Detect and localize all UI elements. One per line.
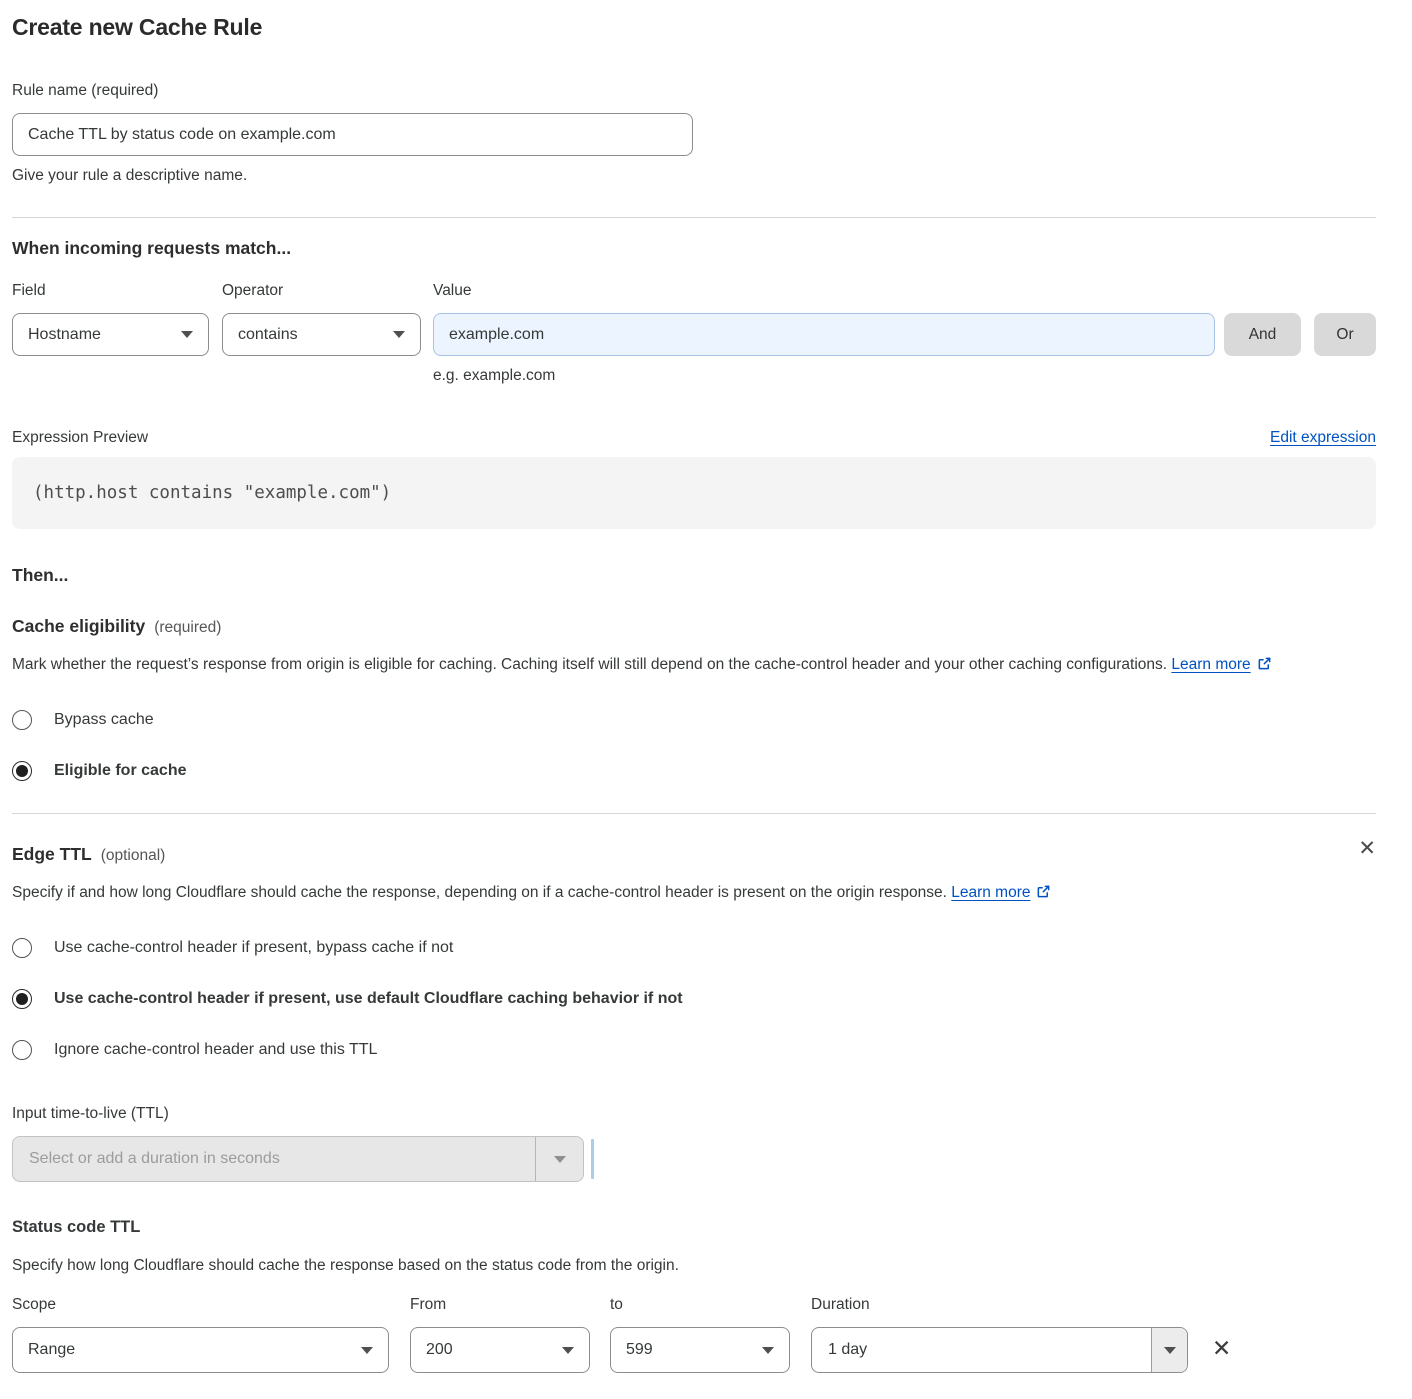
status-code-ttl-heading: Status code TTL [12, 1218, 1376, 1237]
page-title: Create new Cache Rule [12, 14, 1376, 41]
duration-label: Duration [811, 1293, 1188, 1317]
chevron-down-icon [562, 1347, 574, 1354]
duration-select[interactable]: 1 day [811, 1327, 1188, 1373]
status-code-ttl-description: Specify how long Cloudflare should cache… [12, 1254, 1376, 1278]
external-link-icon [1036, 881, 1051, 909]
field-select[interactable]: Hostname [12, 313, 209, 356]
rule-name-label: Rule name (required) [12, 79, 1376, 103]
value-label: Value [433, 279, 1215, 303]
operator-label: Operator [222, 279, 421, 303]
edge-ttl-learn-more-link[interactable]: Learn more [951, 884, 1030, 901]
ttl-input-label: Input time-to-live (TTL) [12, 1102, 1376, 1126]
radio-icon[interactable] [12, 938, 32, 958]
field-select-value: Hostname [28, 326, 101, 344]
cache-eligibility-qualifier: (required) [154, 619, 221, 637]
expression-preview-code: (http.host contains "example.com") [12, 457, 1376, 529]
scope-label: Scope [12, 1293, 389, 1317]
duration-select-value: 1 day [812, 1341, 883, 1359]
edge-ttl-qualifier: (optional) [101, 847, 166, 865]
cache-eligibility-description: Mark whether the request’s response from… [12, 651, 1360, 681]
cache-eligibility-learn-more-link[interactable]: Learn more [1171, 656, 1250, 673]
cache-eligibility-description-text: Mark whether the request’s response from… [12, 656, 1167, 673]
radio-option-cc-bypass[interactable]: Use cache-control header if present, byp… [12, 936, 1376, 960]
chevron-down-icon [181, 331, 193, 338]
to-label: to [610, 1293, 790, 1317]
expression-preview-label: Expression Preview [12, 429, 148, 447]
focus-indicator [591, 1139, 594, 1179]
chevron-down-icon [762, 1347, 774, 1354]
edit-expression-link[interactable]: Edit expression [1270, 429, 1376, 447]
close-icon[interactable]: ✕ [1358, 838, 1376, 859]
radio-icon[interactable] [12, 1040, 32, 1060]
external-link-icon [1257, 653, 1272, 681]
cache-eligibility-heading: Cache eligibility [12, 616, 145, 637]
rule-name-help: Give your rule a descriptive name. [12, 165, 1376, 187]
radio-option-cc-default[interactable]: Use cache-control header if present, use… [12, 987, 1376, 1011]
scope-select[interactable]: Range [12, 1327, 389, 1373]
to-select[interactable]: 599 [610, 1327, 790, 1373]
from-select-value: 200 [426, 1341, 453, 1359]
remove-row-icon[interactable]: ✕ [1212, 1337, 1231, 1360]
chevron-down-icon[interactable] [1151, 1328, 1187, 1372]
create-cache-rule-form: Create new Cache Rule Rule name (require… [0, 0, 1412, 1399]
radio-checked-icon[interactable] [12, 761, 32, 781]
radio-option-label: Ignore cache-control header and use this… [54, 1038, 377, 1062]
to-select-value: 599 [626, 1341, 653, 1359]
radio-option-label: Eligible for cache [54, 759, 186, 783]
radio-option-eligible-for-cache[interactable]: Eligible for cache [12, 759, 1376, 783]
radio-option-label: Use cache-control header if present, use… [54, 987, 683, 1011]
radio-option-ignore-cc[interactable]: Ignore cache-control header and use this… [12, 1038, 1376, 1062]
status-code-ttl-row: Scope Range From 200 to 599 Duration 1 d… [12, 1293, 1376, 1373]
radio-checked-icon[interactable] [12, 989, 32, 1009]
then-heading: Then... [12, 565, 1376, 586]
radio-option-label: Bypass cache [54, 708, 154, 732]
operator-select-value: contains [238, 326, 298, 344]
divider [12, 217, 1376, 218]
edge-ttl-description-text: Specify if and how long Cloudflare shoul… [12, 884, 947, 901]
field-label: Field [12, 279, 209, 303]
match-condition-row: Field Hostname Operator contains Value e… [12, 279, 1376, 387]
rule-name-input[interactable] [12, 113, 693, 156]
edge-ttl-description: Specify if and how long Cloudflare shoul… [12, 879, 1132, 909]
or-button[interactable]: Or [1314, 313, 1376, 356]
radio-option-label: Use cache-control header if present, byp… [54, 936, 453, 960]
radio-icon[interactable] [12, 710, 32, 730]
expression-code-text: (http.host contains "example.com") [33, 483, 391, 503]
match-section-heading: When incoming requests match... [12, 238, 1376, 259]
value-help: e.g. example.com [433, 365, 1215, 387]
chevron-down-icon [361, 1347, 373, 1354]
chevron-down-icon[interactable] [535, 1137, 583, 1181]
chevron-down-icon [393, 331, 405, 338]
value-input[interactable] [433, 313, 1215, 356]
radio-option-bypass-cache[interactable]: Bypass cache [12, 708, 1376, 732]
ttl-select-placeholder: Select or add a duration in seconds [13, 1137, 535, 1181]
edge-ttl-heading: Edge TTL [12, 844, 92, 865]
and-button[interactable]: And [1224, 313, 1301, 356]
operator-select[interactable]: contains [222, 313, 421, 356]
scope-select-value: Range [28, 1341, 75, 1359]
from-select[interactable]: 200 [410, 1327, 590, 1373]
ttl-duration-select[interactable]: Select or add a duration in seconds [12, 1136, 584, 1182]
from-label: From [410, 1293, 590, 1317]
